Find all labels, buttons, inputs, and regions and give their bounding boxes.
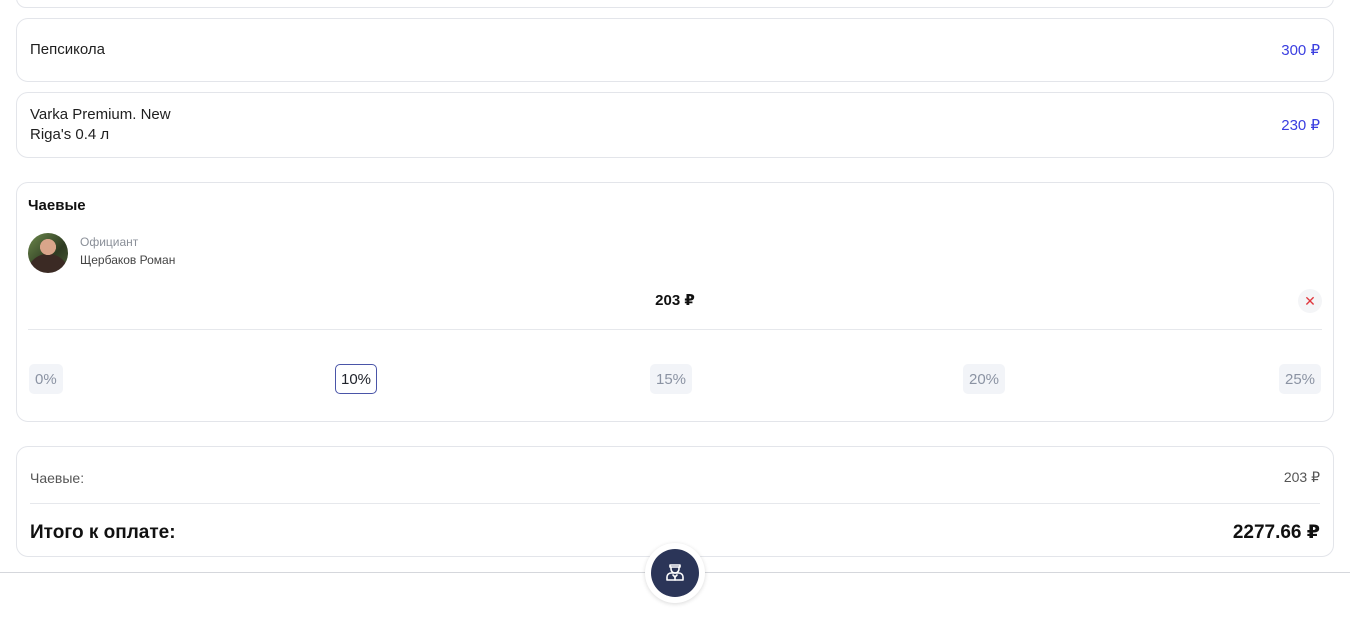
remove-tip-button[interactable]: ✕ <box>1298 289 1322 313</box>
tip-option-15[interactable]: 15% <box>650 364 693 394</box>
waiter-role: Официант <box>80 235 139 249</box>
close-icon: ✕ <box>1304 292 1316 309</box>
tip-option-25[interactable]: 25% <box>1279 364 1322 394</box>
summary-tips-label: Чаевые: <box>30 469 85 486</box>
waiter-name: Щербаков Роман <box>80 253 176 267</box>
order-item: Varka Premium. New Riga's 0.4 л 230 ₽ <box>16 92 1334 158</box>
summary-tips-value: 203 ₽ <box>1283 469 1320 485</box>
item-price: 300 ₽ <box>1281 42 1320 59</box>
item-price: 230 ₽ <box>1281 117 1320 134</box>
total-label: Итого к оплате: <box>30 521 176 543</box>
tips-card: Чаевые Официант Щербаков Роман 203 ₽ ✕ 0… <box>16 182 1334 422</box>
tip-option-10[interactable]: 10% <box>335 364 378 394</box>
item-name: Varka Premium. New Riga's 0.4 л <box>30 106 171 143</box>
order-item: Пепсикола 300 ₽ <box>16 18 1334 82</box>
total-value: 2277.66 ₽ <box>1232 522 1320 543</box>
tip-option-0[interactable]: 0% <box>29 364 63 394</box>
tip-amount: 203 ₽ <box>655 292 695 309</box>
previous-card <box>16 0 1334 8</box>
summary-card: Чаевые: 203 ₽ Итого к оплате: 2277.66 ₽ <box>16 446 1334 557</box>
waiter-icon <box>662 558 688 589</box>
waiter-avatar <box>28 233 68 273</box>
call-waiter-button-inner[interactable] <box>651 549 699 597</box>
summary-tips-row: Чаевые: 203 ₽ <box>30 469 1320 486</box>
divider <box>28 329 1322 330</box>
tip-option-20[interactable]: 20% <box>963 364 1006 394</box>
call-waiter-button[interactable] <box>645 543 705 603</box>
item-name: Пепсикола <box>30 41 105 58</box>
summary-total-row: Итого к оплате: 2277.66 ₽ <box>30 521 1320 544</box>
divider <box>30 503 1320 504</box>
tips-title: Чаевые <box>28 197 86 214</box>
